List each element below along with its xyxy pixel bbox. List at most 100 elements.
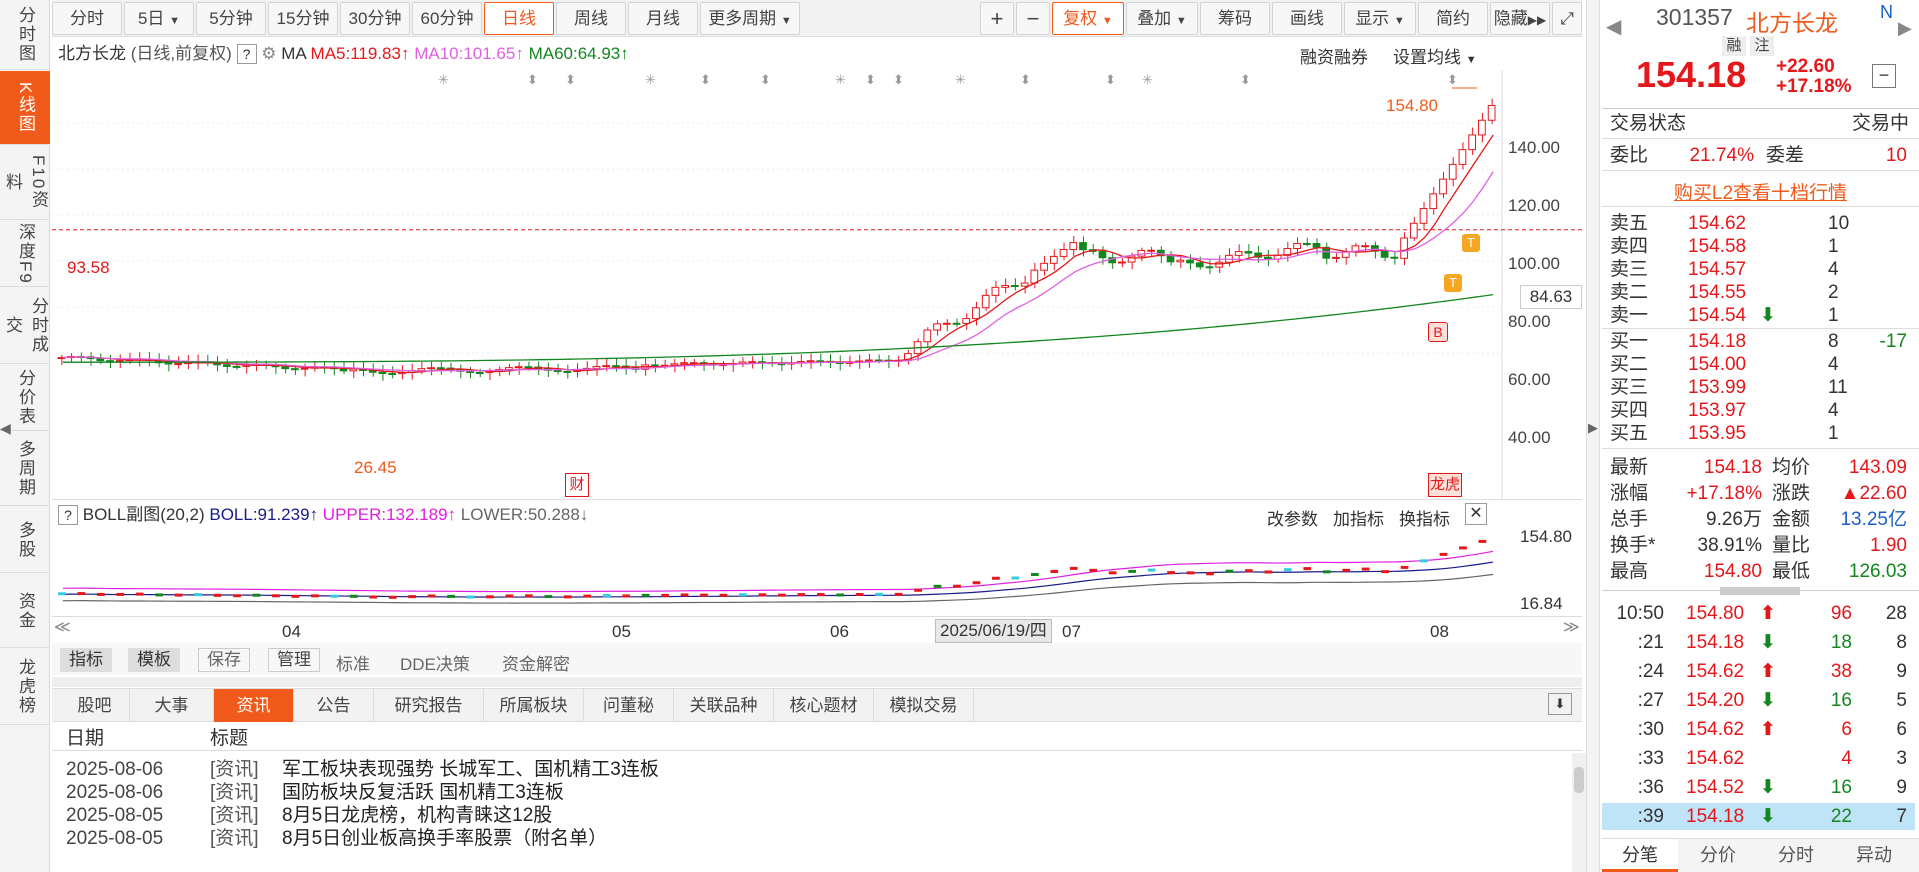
tab-gonggao[interactable]: 公告: [294, 689, 374, 722]
tab-related[interactable]: 关联品种: [674, 689, 774, 722]
splitter[interactable]: [52, 677, 1582, 687]
fuquan-button[interactable]: 复权 ▼: [1052, 2, 1124, 35]
bid-level[interactable]: 买五 153.95 1: [1602, 422, 1915, 445]
period-30min[interactable]: 30分钟: [340, 2, 410, 35]
tab-sim-trade[interactable]: 模拟交易: [874, 689, 974, 722]
close-icon[interactable]: ✕: [1465, 503, 1487, 525]
indicator-tab[interactable]: 指标: [60, 648, 112, 672]
sidebar-item-fenshi[interactable]: 分时图: [0, 0, 50, 70]
bid-level[interactable]: 买一 154.18 8 -17: [1602, 330, 1915, 353]
arrow-down-icon: ⬇: [1760, 305, 1776, 326]
collapse-right-icon[interactable]: ▶: [1588, 420, 1598, 436]
scroll-right-icon[interactable]: ≫: [1563, 617, 1580, 637]
tab-fenshi[interactable]: 分时: [1758, 839, 1834, 872]
manage-button[interactable]: 管理: [268, 648, 320, 672]
tab-theme[interactable]: 核心题材: [774, 689, 874, 722]
period-monthly[interactable]: 月线: [628, 2, 698, 35]
period-fenshi[interactable]: 分时: [52, 2, 122, 35]
ask-level[interactable]: 卖二 154.55 2: [1602, 281, 1915, 304]
news-title[interactable]: 军工板块表现强势 长城军工、国机精工3连板: [282, 758, 659, 781]
zoom-out-button[interactable]: −: [1016, 2, 1050, 35]
period-5min[interactable]: 5分钟: [196, 2, 266, 35]
prev-stock-icon[interactable]: ◀: [1606, 14, 1621, 39]
hide-button[interactable]: 隐藏▶▶: [1490, 2, 1550, 35]
tab-research[interactable]: 研究报告: [374, 689, 484, 722]
gear-icon[interactable]: ⚙: [261, 44, 276, 63]
next-stock-icon[interactable]: ▶: [1898, 18, 1912, 39]
period-daily[interactable]: 日线: [484, 2, 554, 35]
ma-label: MA: [281, 44, 306, 63]
chips-button[interactable]: 筹码: [1200, 2, 1270, 35]
ask-level[interactable]: 卖三 154.57 4: [1602, 258, 1915, 281]
news-title[interactable]: 8月5日创业板高换手率股票（附名单）: [282, 827, 607, 850]
news-row[interactable]: 2025-08-05 [资讯] 8月5日龙虎榜，机构青睐这12股: [52, 804, 1562, 827]
tab-ask-secretary[interactable]: 问董秘: [584, 689, 674, 722]
n-icon[interactable]: N: [1880, 2, 1893, 23]
ask-level[interactable]: 卖一 154.54 1 ⬇: [1602, 304, 1915, 327]
help-icon[interactable]: ?: [236, 44, 257, 64]
news-row[interactable]: 2025-08-05 [资讯] 8月5日创业板高换手率股票（附名单）: [52, 827, 1562, 850]
tick-row: :33 154.62 4 3: [1602, 745, 1915, 772]
tab-fenbi[interactable]: 分笔: [1602, 839, 1678, 872]
tab-guba[interactable]: 股吧: [60, 689, 130, 722]
sidebar-item-f9[interactable]: 深度F9: [0, 221, 50, 287]
period-more[interactable]: 更多周期 ▼: [700, 2, 800, 35]
right-panel-splitter[interactable]: [1586, 0, 1600, 872]
template-tab[interactable]: 模板: [128, 648, 180, 672]
sidebar-item-longhubang[interactable]: 龙虎榜: [0, 649, 50, 725]
ask-level[interactable]: 卖五 154.62 10: [1602, 212, 1915, 235]
collapse-left-icon[interactable]: ◀: [0, 420, 11, 450]
tab-zixun[interactable]: 资讯: [214, 689, 294, 722]
dde-tab[interactable]: DDE决策: [400, 650, 470, 675]
period-weekly[interactable]: 周线: [556, 2, 626, 35]
buy-l2-link[interactable]: 购买L2查看十档行情: [1602, 178, 1919, 205]
draw-button[interactable]: 画线: [1272, 2, 1342, 35]
boll-chart[interactable]: [52, 525, 1512, 615]
sidebar-item-fenshi-chengjiao[interactable]: 分时成交: [0, 288, 50, 364]
ma-settings-button[interactable]: 设置均线 ▼: [1393, 43, 1477, 68]
period-15min[interactable]: 15分钟: [268, 2, 338, 35]
bid-level[interactable]: 买三 153.99 11: [1602, 376, 1915, 399]
simple-button[interactable]: 简约: [1418, 2, 1488, 35]
period-60min[interactable]: 60分钟: [412, 2, 482, 35]
news-scrollbar[interactable]: [1572, 753, 1586, 872]
zoom-in-button[interactable]: +: [980, 2, 1014, 35]
news-row[interactable]: 2025-08-06 [资讯] 军工板块表现强势 长城军工、国机精工3连板: [52, 758, 1562, 781]
kline-chart[interactable]: ✳ ⬍ ⬍ ✳ ⬍ ⬍ ✳ ⬍ ⬍ ✳ ⬍ ⬍ ✳ ⬍ ⬍: [52, 70, 1582, 500]
bid-level[interactable]: 买二 154.00 4: [1602, 353, 1915, 376]
news-title[interactable]: 8月5日龙虎榜，机构青睐这12股: [282, 804, 552, 827]
t-marker[interactable]: T: [1462, 234, 1480, 252]
longhubang-badge[interactable]: 龙虎: [1428, 473, 1462, 497]
scroll-left-icon[interactable]: ≪: [54, 617, 71, 637]
sidebar-item-kline[interactable]: K线图: [0, 71, 50, 145]
news-title[interactable]: 国防板块反复活跃 国机精工3连板: [282, 781, 564, 804]
tab-dashi[interactable]: 大事: [130, 689, 214, 722]
b-marker[interactable]: B: [1428, 322, 1448, 342]
t-marker[interactable]: T: [1444, 274, 1462, 292]
finance-badge[interactable]: 财: [565, 473, 589, 497]
margin-trading-link[interactable]: 融资融券: [1300, 43, 1368, 68]
capital-tab[interactable]: 资金解密: [502, 650, 570, 675]
tab-yidong[interactable]: 异动: [1836, 839, 1912, 872]
standard-tab[interactable]: 标准: [336, 650, 370, 675]
bid-level[interactable]: 买四 153.97 4: [1602, 399, 1915, 422]
tab-fenjia[interactable]: 分价: [1680, 839, 1756, 872]
panel-splitter-handle[interactable]: [1720, 587, 1800, 595]
fullscreen-icon[interactable]: ⤢: [1552, 2, 1582, 35]
overlay-button[interactable]: 叠加 ▼: [1126, 2, 1198, 35]
ytick-80: 80.00: [1508, 312, 1551, 331]
period-5day[interactable]: 5日 ▼: [124, 2, 194, 35]
save-button[interactable]: 保存: [198, 648, 250, 672]
sidebar-item-f10[interactable]: F10资料: [0, 146, 50, 220]
display-button[interactable]: 显示 ▼: [1344, 2, 1416, 35]
ask-level[interactable]: 卖四 154.58 1: [1602, 235, 1915, 258]
sidebar-item-zijin[interactable]: 资金: [0, 574, 50, 648]
news-row[interactable]: 2025-08-06 [资讯] 国防板块反复活跃 国机精工3连板: [52, 781, 1562, 804]
download-icon[interactable]: ⬇: [1548, 693, 1572, 715]
tick-volume: 16: [1830, 777, 1852, 798]
tab-sector[interactable]: 所属板块: [484, 689, 584, 722]
minus-icon[interactable]: −: [1872, 64, 1896, 88]
sidebar-item-duogu[interactable]: 多股: [0, 507, 50, 573]
help-icon[interactable]: ?: [58, 505, 78, 525]
scrollbar-thumb[interactable]: [1574, 767, 1584, 793]
